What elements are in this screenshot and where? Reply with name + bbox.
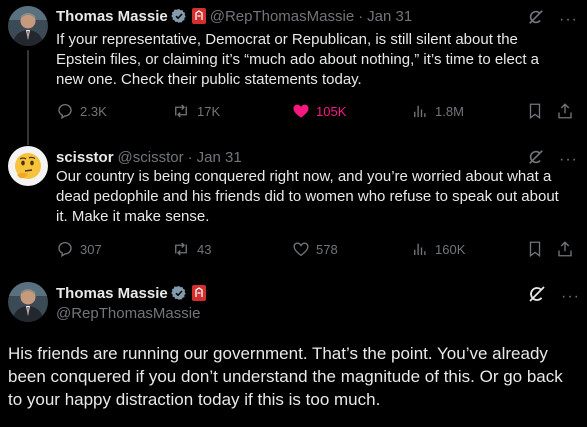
action-bar: 2.3K 17K 105K 1.8M [56,102,572,122]
author-name[interactable]: Thomas Massie [56,285,168,302]
views-icon [414,105,426,117]
repost-icon [175,104,187,118]
reply-icon [58,241,72,258]
share-icon [558,241,572,257]
views-icon [414,243,426,255]
tweet-handle-row: @RepThomasMassie [56,303,200,323]
party-flag-icon [191,8,206,24]
tweet-text: Our country is being conquered right now… [56,168,559,225]
timestamp[interactable]: Jan 31 [367,8,412,25]
author-handle[interactable]: @scisstor [118,149,184,166]
views-button[interactable]: 1.8M [411,102,464,120]
like-count: 105K [316,103,347,119]
share-button[interactable] [556,240,580,258]
author-name[interactable]: Thomas Massie [56,8,168,25]
views-button[interactable]: 160K [411,240,465,258]
views-count: 1.8M [435,103,464,119]
author-name[interactable]: scisstor [56,149,114,166]
separator: · [358,7,364,25]
reply-count: 307 [80,241,102,257]
views-count: 160K [435,241,466,257]
tweet-1[interactable]: Thomas Massie @RepThomasMassie · Jan 31 … [0,0,587,140]
repost-count: 43 [197,241,212,257]
party-flag-icon [191,285,206,301]
reply-icon [58,103,72,120]
action-bar: 307 43 578 160K [56,240,572,260]
tweet-text: If your representative, Democrat or Repu… [56,31,540,88]
verified-badge-icon [170,285,187,301]
reply-button[interactable]: 307 [56,240,102,258]
avatar[interactable] [8,146,48,186]
bookmark-icon [529,241,541,258]
share-button[interactable] [556,102,580,120]
like-icon [293,104,309,118]
like-count: 578 [316,241,338,257]
main-tweet[interactable]: Thomas Massie @RepThomasMassie ··· His f… [0,270,587,427]
repost-count: 17K [197,103,221,119]
reply-button[interactable]: 2.3K [56,102,107,120]
tweet-top-right: ··· [527,284,580,309]
tweet-text: His friends are running our government. … [8,344,563,409]
verified-badge-icon [170,8,187,24]
tweet-header: Thomas Massie [56,283,206,303]
more-icon[interactable]: ··· [559,151,578,167]
more-icon[interactable]: ··· [561,288,580,304]
like-icon [293,242,309,257]
grok-icon[interactable] [527,284,547,309]
reply-count: 2.3K [80,103,107,119]
avatar[interactable] [8,6,48,46]
repost-button[interactable]: 43 [171,240,211,258]
tweet-2[interactable]: scisstor @scisstor · Jan 31 ··· Our coun… [0,140,587,270]
author-handle[interactable]: @RepThomasMassie [56,305,200,322]
bookmark-icon [529,103,541,120]
bookmark-button[interactable] [526,240,550,258]
repost-icon [175,242,187,256]
bookmark-button[interactable] [526,102,550,120]
author-handle[interactable]: @RepThomasMassie [210,8,354,25]
tweet-header: Thomas Massie @RepThomasMassie · Jan 31 [56,6,412,26]
separator: · [187,148,193,166]
more-icon[interactable]: ··· [559,11,578,27]
repost-button[interactable]: 17K [171,102,220,120]
grok-icon[interactable] [527,8,545,31]
tweet-top-right: ··· [527,8,578,31]
avatar[interactable] [8,282,48,322]
share-icon [558,103,572,119]
tweet-header: scisstor @scisstor · Jan 31 [56,147,242,167]
like-button[interactable]: 105K [292,102,346,120]
timestamp[interactable]: Jan 31 [197,149,242,166]
like-button[interactable]: 578 [292,240,338,258]
